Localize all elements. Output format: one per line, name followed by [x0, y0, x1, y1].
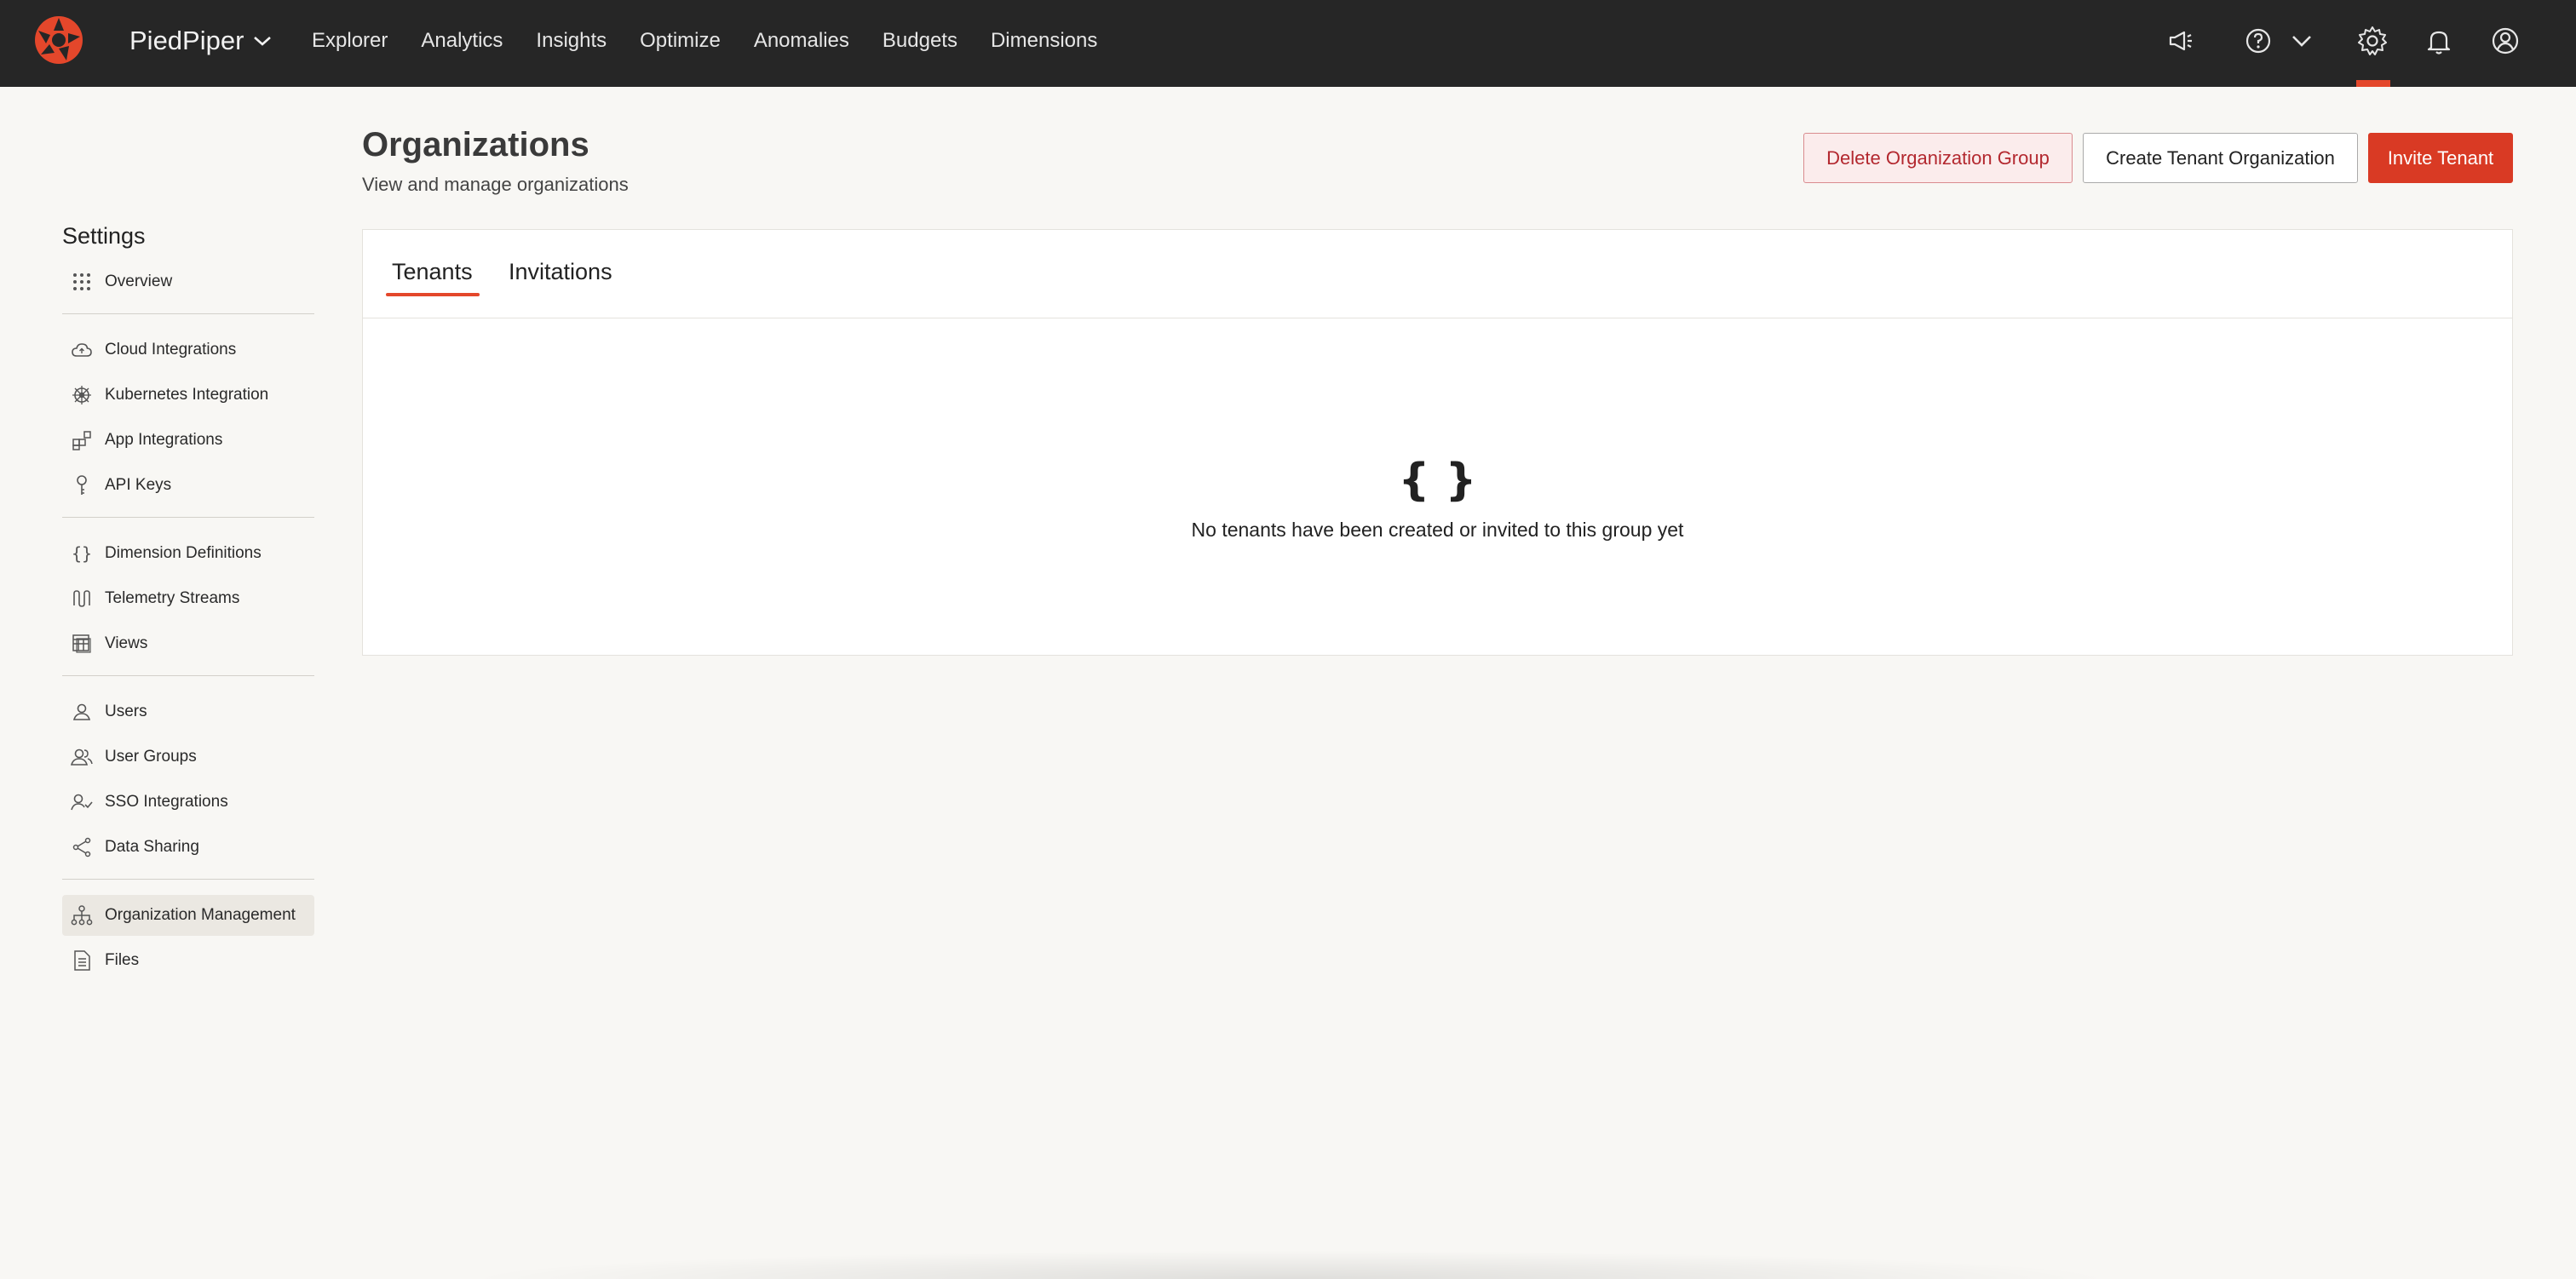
sidebar-item-label: Dimension Definitions [105, 544, 262, 562]
empty-state-message: No tenants have been created or invited … [1191, 519, 1684, 541]
tab-tenants[interactable]: Tenants [392, 259, 473, 285]
sidebar-item-label: Views [105, 634, 148, 652]
tab-invitations[interactable]: Invitations [509, 259, 612, 285]
tab-bar: Tenants Invitations [363, 230, 2512, 318]
sidebar-item-files[interactable]: Files [62, 940, 314, 981]
help-icon[interactable] [2240, 22, 2277, 60]
kubernetes-icon [71, 384, 93, 406]
nav-dimensions[interactable]: Dimensions [991, 29, 1097, 53]
page-title: Organizations [362, 126, 589, 163]
sidebar-item-organization-management[interactable]: Organization Management [62, 895, 314, 936]
sidebar-item-kubernetes-integration[interactable]: Kubernetes Integration [62, 375, 314, 416]
sidebar-item-label: Organization Management [105, 906, 296, 924]
settings-sidebar: Settings Overview Cloud Integrations Kub… [62, 223, 314, 985]
active-tab-indicator [386, 293, 480, 296]
sidebar-item-app-integrations[interactable]: App Integrations [62, 420, 314, 461]
sidebar-item-api-keys[interactable]: API Keys [62, 465, 314, 506]
user-check-icon [71, 791, 93, 813]
sidebar-divider [62, 313, 314, 314]
piedpiper-logo-icon[interactable] [32, 14, 85, 66]
apps-icon [71, 429, 93, 451]
empty-braces-icon: { } [1398, 455, 1477, 506]
sidebar-item-user-groups[interactable]: User Groups [62, 737, 314, 777]
sidebar-divider [62, 517, 314, 518]
sidebar-item-users[interactable]: Users [62, 691, 314, 732]
sidebar-item-label: Cloud Integrations [105, 341, 237, 358]
user-icon [71, 701, 93, 723]
sidebar-item-sso-integrations[interactable]: SSO Integrations [62, 782, 314, 823]
org-switcher[interactable]: PiedPiper [129, 24, 273, 58]
tenants-card: Tenants Invitations { } No tenants have … [362, 229, 2513, 656]
nav-optimize[interactable]: Optimize [640, 29, 721, 53]
grid-icon [71, 271, 93, 293]
sidebar-item-dimension-definitions[interactable]: {} Dimension Definitions [62, 533, 314, 574]
users-icon [71, 746, 93, 768]
sidebar-item-cloud-integrations[interactable]: Cloud Integrations [62, 330, 314, 370]
sidebar-item-label: User Groups [105, 748, 197, 766]
invite-tenant-button[interactable]: Invite Tenant [2368, 133, 2513, 183]
sidebar-divider [62, 879, 314, 880]
sidebar-item-overview[interactable]: Overview [62, 261, 314, 302]
sidebar-item-label: SSO Integrations [105, 793, 228, 811]
top-navbar: PiedPiper Explorer Analytics Insights Op… [0, 0, 2576, 87]
sidebar-item-label: API Keys [105, 476, 172, 494]
file-icon [71, 949, 93, 972]
gear-icon[interactable] [2354, 22, 2391, 60]
braces-icon: {} [71, 543, 93, 564]
org-name: PiedPiper [129, 26, 244, 55]
user-icon[interactable] [2487, 22, 2524, 60]
sidebar-item-label: Data Sharing [105, 838, 199, 856]
nav-analytics[interactable]: Analytics [421, 29, 503, 53]
page-subtitle: View and manage organizations [362, 174, 629, 195]
sidebar-divider [62, 675, 314, 676]
key-icon [71, 474, 93, 496]
sidebar-item-label: Files [105, 951, 140, 969]
sidebar-item-views[interactable]: Views [62, 623, 314, 664]
sidebar-title: Settings [62, 223, 146, 249]
bottom-shadow [460, 1250, 2121, 1279]
stream-icon [71, 588, 93, 610]
sidebar-item-label: Kubernetes Integration [105, 386, 269, 404]
nav-insights[interactable]: Insights [536, 29, 607, 53]
sidebar-item-label: Users [105, 703, 147, 720]
bell-icon[interactable] [2420, 22, 2458, 60]
nav-budgets[interactable]: Budgets [883, 29, 957, 53]
megaphone-icon[interactable] [2162, 22, 2199, 60]
nav-explorer[interactable]: Explorer [312, 29, 388, 53]
sidebar-item-data-sharing[interactable]: Data Sharing [62, 827, 314, 868]
table-icon [71, 633, 93, 655]
help-menu-chevron-down-icon[interactable] [2283, 22, 2320, 60]
active-nav-indicator [2356, 80, 2390, 87]
sidebar-item-telemetry-streams[interactable]: Telemetry Streams [62, 578, 314, 619]
sidebar-item-label: App Integrations [105, 431, 223, 449]
nav-anomalies[interactable]: Anomalies [754, 29, 849, 53]
sidebar-item-label: Overview [105, 272, 173, 290]
chevron-down-icon [254, 37, 272, 46]
share-icon [71, 836, 93, 858]
cloud-icon [71, 339, 93, 361]
main-nav: Explorer Analytics Insights Optimize Ano… [312, 0, 1130, 82]
delete-organization-group-button[interactable]: Delete Organization Group [1803, 133, 2073, 183]
create-tenant-organization-button[interactable]: Create Tenant Organization [2083, 133, 2358, 183]
sidebar-item-label: Telemetry Streams [105, 589, 240, 607]
hierarchy-icon [71, 904, 93, 926]
